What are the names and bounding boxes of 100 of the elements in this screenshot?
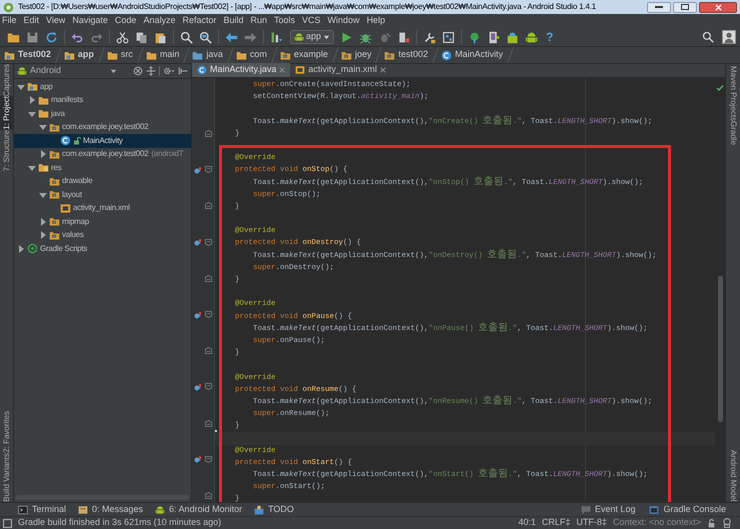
person-icon[interactable] [722,30,736,44]
search-icon[interactable] [180,30,193,44]
open-folder-icon[interactable] [7,30,20,44]
breadcrumb[interactable]: java [192,48,226,62]
tool-window-tab[interactable]: Terminal [18,502,66,516]
save-icon[interactable] [26,30,39,44]
breadcrumb[interactable]: MainActivity [441,48,506,62]
menu-item[interactable]: File [2,14,17,28]
tool-window-tab[interactable]: 0: Messages [78,502,144,516]
tree-item[interactable]: com.example.joey.test002 (androidT [14,148,191,161]
tool-window-tab[interactable]: Build Variants [0,453,14,502]
encoding-selector[interactable]: UTF-8‡ [576,516,607,529]
fold-icon[interactable] [205,383,212,390]
breadcrumb[interactable]: app [64,48,97,62]
collapse-all-icon[interactable] [146,66,156,76]
tree-item[interactable]: drawable [14,174,191,188]
run-config-dropdown[interactable]: app [290,30,334,44]
avd-manager-icon[interactable] [506,30,520,44]
tool-window-tab[interactable]: Gradle Console [649,502,726,516]
tree-item[interactable]: activity_main.xml [14,202,191,215]
fold-icon[interactable] [205,130,212,137]
fold-icon[interactable] [205,202,212,210]
redo-icon[interactable] [90,30,103,44]
tool-window-tab[interactable]: Gradle [726,121,740,146]
menu-item[interactable]: View [46,14,66,28]
tool-window-tab[interactable]: 1: Project [0,96,14,130]
tree-item[interactable]: java [14,107,191,120]
caret-position[interactable]: 40:1 [518,516,536,529]
sync-icon[interactable] [45,30,58,44]
breadcrumb[interactable]: com [236,48,270,62]
collapsed-arrow-icon[interactable] [17,244,25,253]
tool-window-tab[interactable]: Android Model [726,450,740,502]
minimize-button[interactable] [647,2,671,12]
fold-icon[interactable] [205,347,212,354]
breadcrumb[interactable]: main [146,48,182,62]
tool-window-tab[interactable]: Captures [0,64,14,96]
tool-window-tab[interactable]: Event Log [580,502,636,516]
fold-icon[interactable] [205,166,212,174]
fold-icon[interactable] [205,311,212,318]
android-icon[interactable] [525,30,538,44]
wrench-icon[interactable] [423,30,436,44]
tree-item[interactable]: manifests [14,94,191,107]
tree-item[interactable]: mipmap [14,215,191,228]
collapsed-arrow-icon[interactable] [39,150,47,158]
tree-item[interactable]: layout [14,188,191,202]
project-structure-icon[interactable] [442,30,456,44]
back-arrow-icon[interactable] [225,30,238,44]
menu-item[interactable]: Run [250,14,268,28]
tool-window-tab[interactable]: 7: Structure [0,130,14,172]
line-separator-selector[interactable]: CRLF‡ [542,516,570,529]
menu-item[interactable]: Refactor [182,14,216,28]
cut-icon[interactable] [116,30,129,44]
run-icon[interactable] [340,30,354,44]
forward-arrow-icon[interactable] [244,30,257,44]
editor-tab[interactable]: MainActivity.java [192,63,290,77]
fold-icon[interactable] [205,420,212,427]
project-view-dropdown[interactable]: Android [17,64,117,78]
fold-icon[interactable] [205,274,212,282]
close-icon[interactable] [380,67,386,73]
copy-icon[interactable] [135,30,148,44]
tool-window-tab[interactable]: TODO [254,502,294,516]
tree-item[interactable]: app [14,80,191,94]
menu-item[interactable]: Help [366,14,386,28]
menu-item[interactable]: VCS [302,14,321,28]
fold-icon[interactable] [205,238,212,246]
breadcrumb[interactable]: src [106,48,136,62]
breadcrumb[interactable]: test002 [384,48,431,62]
close-button[interactable] [699,2,737,12]
search-icon[interactable] [702,31,714,43]
tree-item[interactable]: Gradle Scripts [14,242,191,256]
tool-window-tab[interactable]: Maven Projects [726,66,740,122]
menu-item[interactable]: Build [223,14,244,28]
tree-item[interactable]: res [14,161,191,174]
lock-icon[interactable] [707,518,716,528]
breadcrumb[interactable]: example [280,48,331,62]
tool-window-tab[interactable]: 6: Android Monitor [155,502,242,516]
menu-item[interactable]: Window [328,14,360,28]
collapsed-arrow-icon[interactable] [28,96,36,104]
editor-tab[interactable]: activity_main.xml [290,63,391,77]
scrollbar-thumb[interactable] [718,276,722,422]
close-icon[interactable] [279,67,286,73]
maximize-button[interactable] [673,2,697,12]
fold-icon[interactable] [205,492,212,500]
tool-window-tab[interactable]: 2: Favorites [0,411,14,454]
menu-item[interactable]: Analyze [143,14,176,28]
menu-item[interactable]: Navigate [72,14,108,28]
breadcrumb[interactable]: joey [340,48,374,62]
help-button[interactable]: ? [546,28,554,46]
tree-item[interactable]: com.example.joey.test002 [14,120,191,134]
menu-item[interactable]: Tools [274,14,296,28]
settings-icon[interactable] [163,66,175,76]
tree-item[interactable]: MainActivity [14,134,191,148]
breadcrumb[interactable]: Test002 [4,48,54,62]
menu-item[interactable]: Edit [24,14,40,28]
expanded-arrow-icon[interactable] [28,164,36,172]
paste-icon[interactable] [154,30,167,44]
fold-icon[interactable] [205,456,212,463]
tree-item[interactable]: values [14,228,191,242]
expanded-arrow-icon[interactable] [39,190,47,199]
menu-item[interactable]: Code [114,14,136,28]
